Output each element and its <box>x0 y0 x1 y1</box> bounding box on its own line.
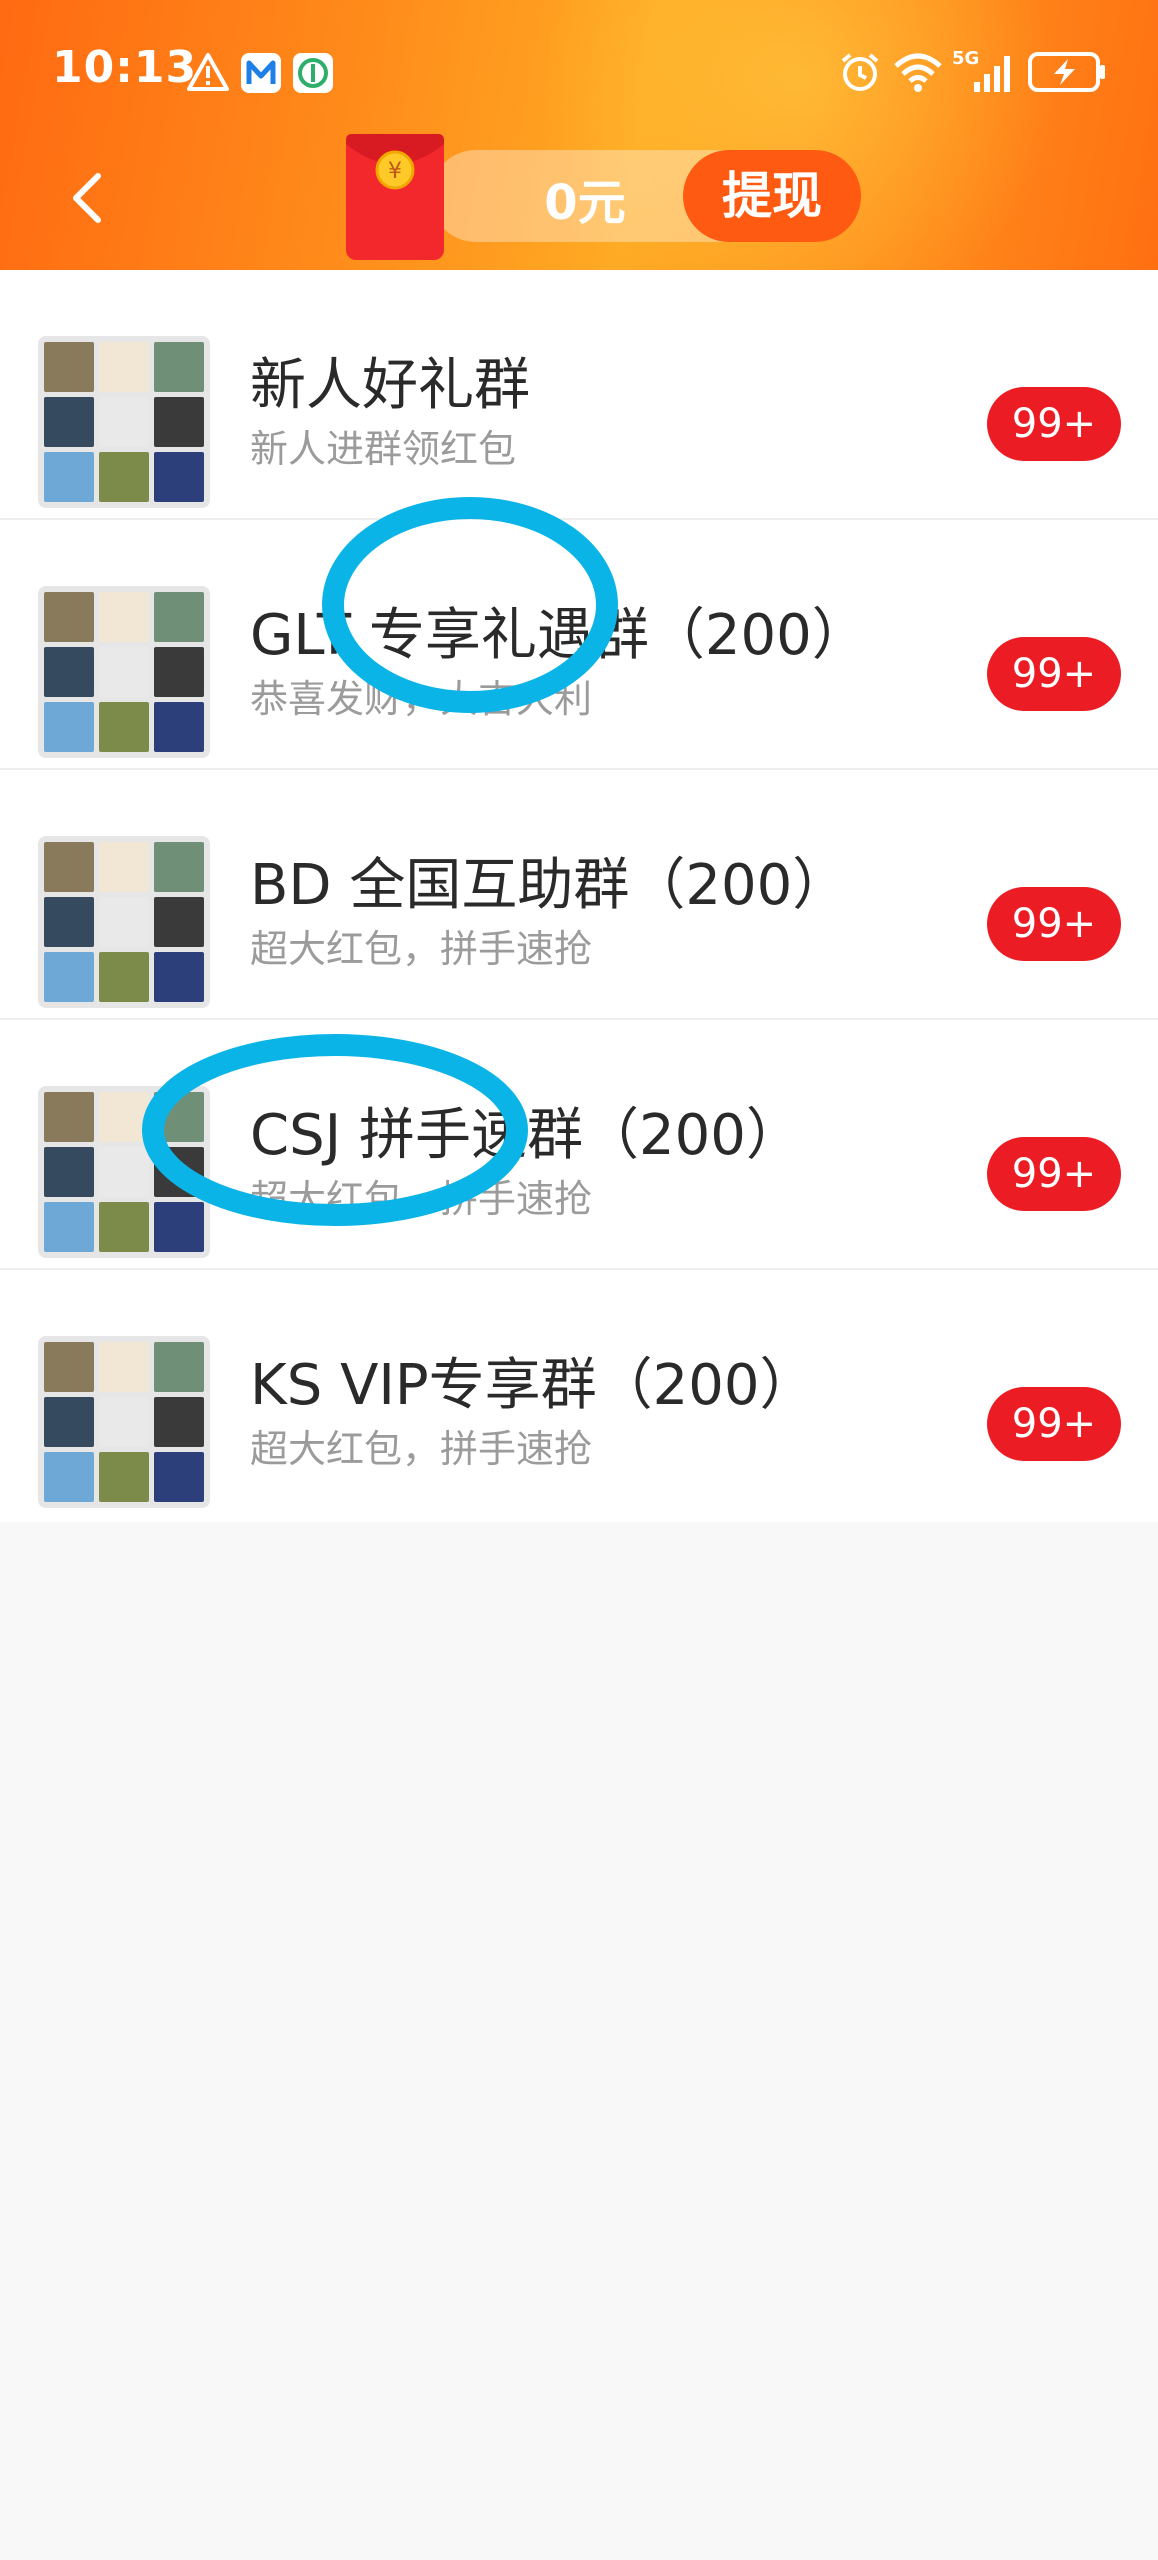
avatar-tile <box>99 1397 149 1447</box>
list-item[interactable]: GLT 专享礼遇群（200） 恭喜发财，大吉大利 99+ <box>0 520 1158 770</box>
avatar-tile <box>154 842 204 892</box>
withdraw-button[interactable]: 提现 <box>683 150 861 242</box>
alarm-icon <box>841 53 879 91</box>
group-subtitle: 超大红包，拼手速抢 <box>250 1427 593 1471</box>
unread-badge: 99+ <box>987 387 1121 461</box>
unread-badge: 99+ <box>987 1387 1121 1461</box>
avatar-tile <box>44 1342 94 1392</box>
group-subtitle: 恭喜发财，大吉大利 <box>250 677 593 721</box>
group-name: CSJ 拼手速群（200） <box>250 1103 802 1168</box>
status-bar: 10:13 5G <box>0 0 1158 150</box>
group-name: 新人好礼群 <box>250 353 530 418</box>
unread-badge: 99+ <box>987 1137 1121 1211</box>
group-name: GLT 专享礼遇群（200） <box>250 603 868 668</box>
avatar-tile <box>154 1452 204 1502</box>
group-subtitle: 新人进群领红包 <box>250 427 517 471</box>
avatar-tile <box>44 702 94 752</box>
red-packet-icon: ¥ <box>346 134 444 260</box>
avatar-tile <box>99 897 149 947</box>
status-time: 10:13 <box>52 42 198 93</box>
avatar-tile <box>44 1202 94 1252</box>
avatar-tile <box>99 1342 149 1392</box>
avatar-tile <box>99 342 149 392</box>
avatar-tile <box>154 952 204 1002</box>
avatar-tile <box>99 1452 149 1502</box>
wifi-icon <box>894 53 942 92</box>
avatar-tile <box>44 1452 94 1502</box>
avatar-tile <box>99 702 149 752</box>
group-avatar <box>38 1336 210 1508</box>
app-icon <box>293 53 333 93</box>
avatar-tile <box>154 647 204 697</box>
group-avatar <box>38 586 210 758</box>
avatar-tile <box>44 1147 94 1197</box>
avatar-tile <box>44 342 94 392</box>
avatar-tile <box>154 1092 204 1142</box>
m-app-icon <box>241 53 281 93</box>
avatar-tile <box>154 1202 204 1252</box>
avatar-tile <box>154 342 204 392</box>
avatar-tile <box>99 397 149 447</box>
avatar-tile <box>44 647 94 697</box>
unread-badge: 99+ <box>987 637 1121 711</box>
avatar-tile <box>154 452 204 502</box>
avatar-tile <box>44 452 94 502</box>
avatar-tile <box>154 1147 204 1197</box>
back-chevron-icon[interactable] <box>58 168 118 228</box>
group-list: 新人好礼群 新人进群领红包 99+ GLT 专享礼遇群（200） 恭喜发财，大吉… <box>0 270 1158 1522</box>
avatar-tile <box>154 397 204 447</box>
avatar-tile <box>154 592 204 642</box>
balance-amount: 0元 <box>544 175 626 231</box>
group-subtitle: 超大红包，拼手速抢 <box>250 1177 593 1221</box>
avatar-tile <box>154 1342 204 1392</box>
avatar-tile <box>44 842 94 892</box>
avatar-tile <box>99 1147 149 1197</box>
avatar-tile <box>44 897 94 947</box>
avatar-tile <box>44 952 94 1002</box>
list-item[interactable]: 新人好礼群 新人进群领红包 99+ <box>0 270 1158 520</box>
list-item[interactable]: KS VIP专享群（200） 超大红包，拼手速抢 99+ <box>0 1270 1158 1522</box>
avatar-tile <box>154 1397 204 1447</box>
avatar-tile <box>44 1397 94 1447</box>
avatar-tile <box>99 592 149 642</box>
avatar-tile <box>44 592 94 642</box>
group-name: KS VIP专享群（200） <box>250 1353 816 1418</box>
5g-signal-icon: 5G <box>952 48 1016 94</box>
group-name: BD 全国互助群（200） <box>250 853 849 918</box>
avatar-tile <box>44 397 94 447</box>
group-avatar <box>38 836 210 1008</box>
group-subtitle: 超大红包，拼手速抢 <box>250 927 593 971</box>
group-avatar <box>38 336 210 508</box>
avatar-tile <box>99 647 149 697</box>
warning-icon <box>187 53 229 91</box>
avatar-tile <box>99 842 149 892</box>
list-item[interactable]: BD 全国互助群（200） 超大红包，拼手速抢 99+ <box>0 770 1158 1020</box>
avatar-tile <box>154 897 204 947</box>
battery-charging-icon <box>1028 52 1105 92</box>
avatar-tile <box>99 952 149 1002</box>
packet-symbol: ¥ <box>388 159 402 184</box>
avatar-tile <box>44 1092 94 1142</box>
top-header: 10:13 5G 0元 提现 ¥ <box>0 0 1158 270</box>
avatar-tile <box>99 452 149 502</box>
avatar-tile <box>99 1202 149 1252</box>
group-avatar <box>38 1086 210 1258</box>
list-item[interactable]: CSJ 拼手速群（200） 超大红包，拼手速抢 99+ <box>0 1020 1158 1270</box>
avatar-tile <box>99 1092 149 1142</box>
unread-badge: 99+ <box>987 887 1121 961</box>
avatar-tile <box>154 702 204 752</box>
